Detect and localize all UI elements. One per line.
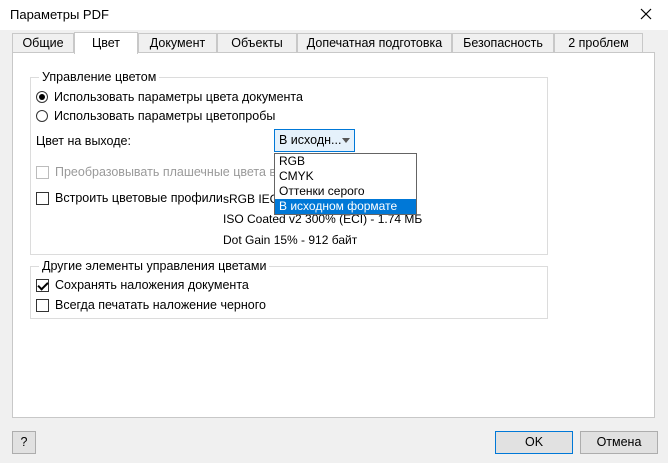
output-color-select[interactable]: В исходн... <box>274 129 355 152</box>
tab-color[interactable]: Цвет <box>74 32 138 54</box>
radio-indicator[interactable] <box>36 91 48 103</box>
dropdown-option-native[interactable]: В исходном формате <box>275 199 416 214</box>
tab-security[interactable]: Безопасность <box>452 33 554 53</box>
radio-use-document-color[interactable]: Использовать параметры цвета документа <box>36 90 303 104</box>
close-icon <box>640 8 652 20</box>
checkbox-label: Сохранять наложения документа <box>55 278 249 292</box>
checkbox-indicator[interactable] <box>36 165 49 179</box>
checkbox-indicator[interactable] <box>36 298 49 312</box>
radio-label: Использовать параметры цветопробы <box>54 109 276 123</box>
checkbox-label: Всегда печатать наложение черного <box>55 298 266 312</box>
radio-use-proof-color[interactable]: Использовать параметры цветопробы <box>36 109 275 123</box>
tab-document[interactable]: Документ <box>138 33 217 53</box>
embed-profiles-checkbox[interactable]: Встроить цветовые профили <box>36 191 223 205</box>
output-color-label: Цвет на выходе: <box>36 134 131 148</box>
convert-spot-colors-checkbox[interactable]: Преобразовывать плашечные цвета в <box>36 165 276 179</box>
checkbox-indicator[interactable] <box>36 278 49 292</box>
ok-button[interactable]: OK <box>495 431 573 454</box>
dropdown-option-cmyk[interactable]: CMYK <box>275 169 416 184</box>
tab-objects[interactable]: Объекты <box>217 33 297 53</box>
other-color-controls-title: Другие элементы управления цветами <box>39 259 270 273</box>
close-button[interactable] <box>624 0 668 28</box>
title-bar: Параметры PDF <box>0 0 668 30</box>
checkbox-indicator[interactable] <box>36 191 49 205</box>
window-title: Параметры PDF <box>10 7 109 22</box>
tab-panel-color: Управление цветом Использовать параметры… <box>12 52 655 418</box>
radio-label: Использовать параметры цвета документа <box>54 90 303 104</box>
output-color-value: В исходн... <box>279 133 342 147</box>
tab-prepress[interactable]: Допечатная подготовка <box>297 33 452 53</box>
dropdown-option-grayscale[interactable]: Оттенки серого <box>275 184 416 199</box>
tab-general[interactable]: Общие <box>12 33 74 53</box>
output-color-dropdown: RGB CMYK Оттенки серого В исходном форма… <box>274 153 417 215</box>
checkbox-label: Встроить цветовые профили <box>55 191 223 205</box>
dropdown-option-rgb[interactable]: RGB <box>275 154 416 169</box>
checkbox-label: Преобразовывать плашечные цвета в <box>55 165 277 179</box>
cancel-button[interactable]: Отмена <box>580 431 658 454</box>
profile-gray: Dot Gain 15% - 912 байт <box>223 233 358 247</box>
preserve-overprint-checkbox[interactable]: Сохранять наложения документа <box>36 278 249 292</box>
help-button[interactable]: ? <box>12 431 36 454</box>
chevron-down-icon <box>342 138 350 143</box>
always-overprint-black-checkbox[interactable]: Всегда печатать наложение черного <box>36 298 266 312</box>
tab-issues[interactable]: 2 проблем <box>554 33 643 53</box>
pdf-settings-dialog: Параметры PDF Общие Цвет Документ Объект… <box>0 0 668 463</box>
color-management-title: Управление цветом <box>39 70 160 84</box>
radio-indicator[interactable] <box>36 110 48 122</box>
